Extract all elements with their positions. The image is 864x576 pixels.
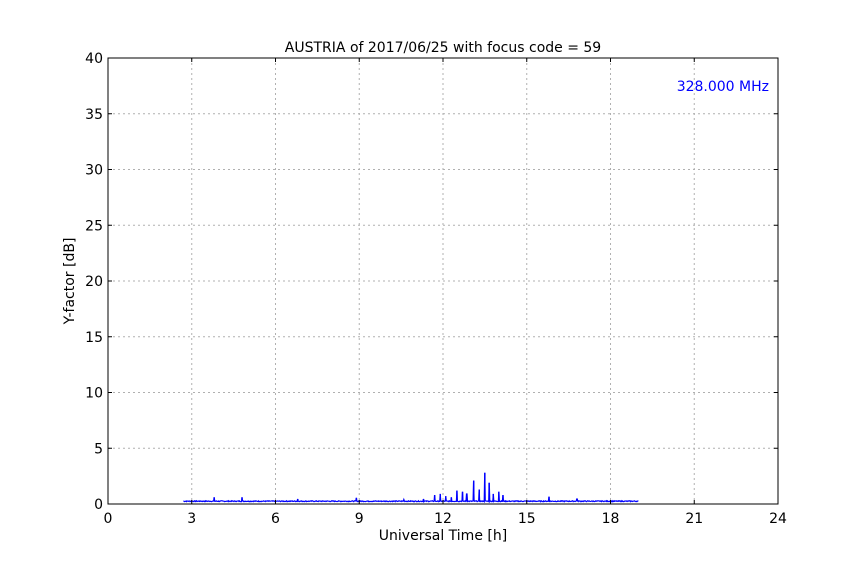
x-tick-label: 3 [187, 511, 196, 527]
y-tick-label: 15 [85, 330, 103, 346]
frequency-annotation: 328.000 MHz [677, 79, 769, 95]
y-tick-label: 25 [85, 218, 103, 234]
chart-title: AUSTRIA of 2017/06/25 with focus code = … [285, 40, 601, 56]
x-tick-label: 15 [518, 511, 536, 527]
chart-figure: 0 3 6 9 12 15 18 21 24 0 5 10 15 20 25 30 35 40 AUSTRIA o… [0, 0, 864, 576]
x-tick-label: 9 [355, 511, 364, 527]
y-tick-label: 10 [85, 386, 103, 402]
y-tick-label: 35 [85, 107, 103, 123]
x-tick-label: 12 [434, 511, 452, 527]
x-tick-label: 24 [769, 511, 787, 527]
x-axis-label: Universal Time [h] [379, 528, 507, 544]
y-axis-label: Y-factor [dB] [62, 238, 78, 326]
x-tick-label: 6 [271, 511, 280, 527]
y-tick-label: 5 [94, 441, 103, 457]
y-tick-label: 30 [85, 163, 103, 179]
y-tick-label: 20 [85, 274, 103, 290]
y-tick-label: 40 [85, 51, 103, 67]
x-tick-label: 18 [602, 511, 620, 527]
y-tick-label: 0 [94, 497, 103, 513]
x-tick-label: 21 [685, 511, 703, 527]
x-tick-label: 0 [104, 511, 113, 527]
